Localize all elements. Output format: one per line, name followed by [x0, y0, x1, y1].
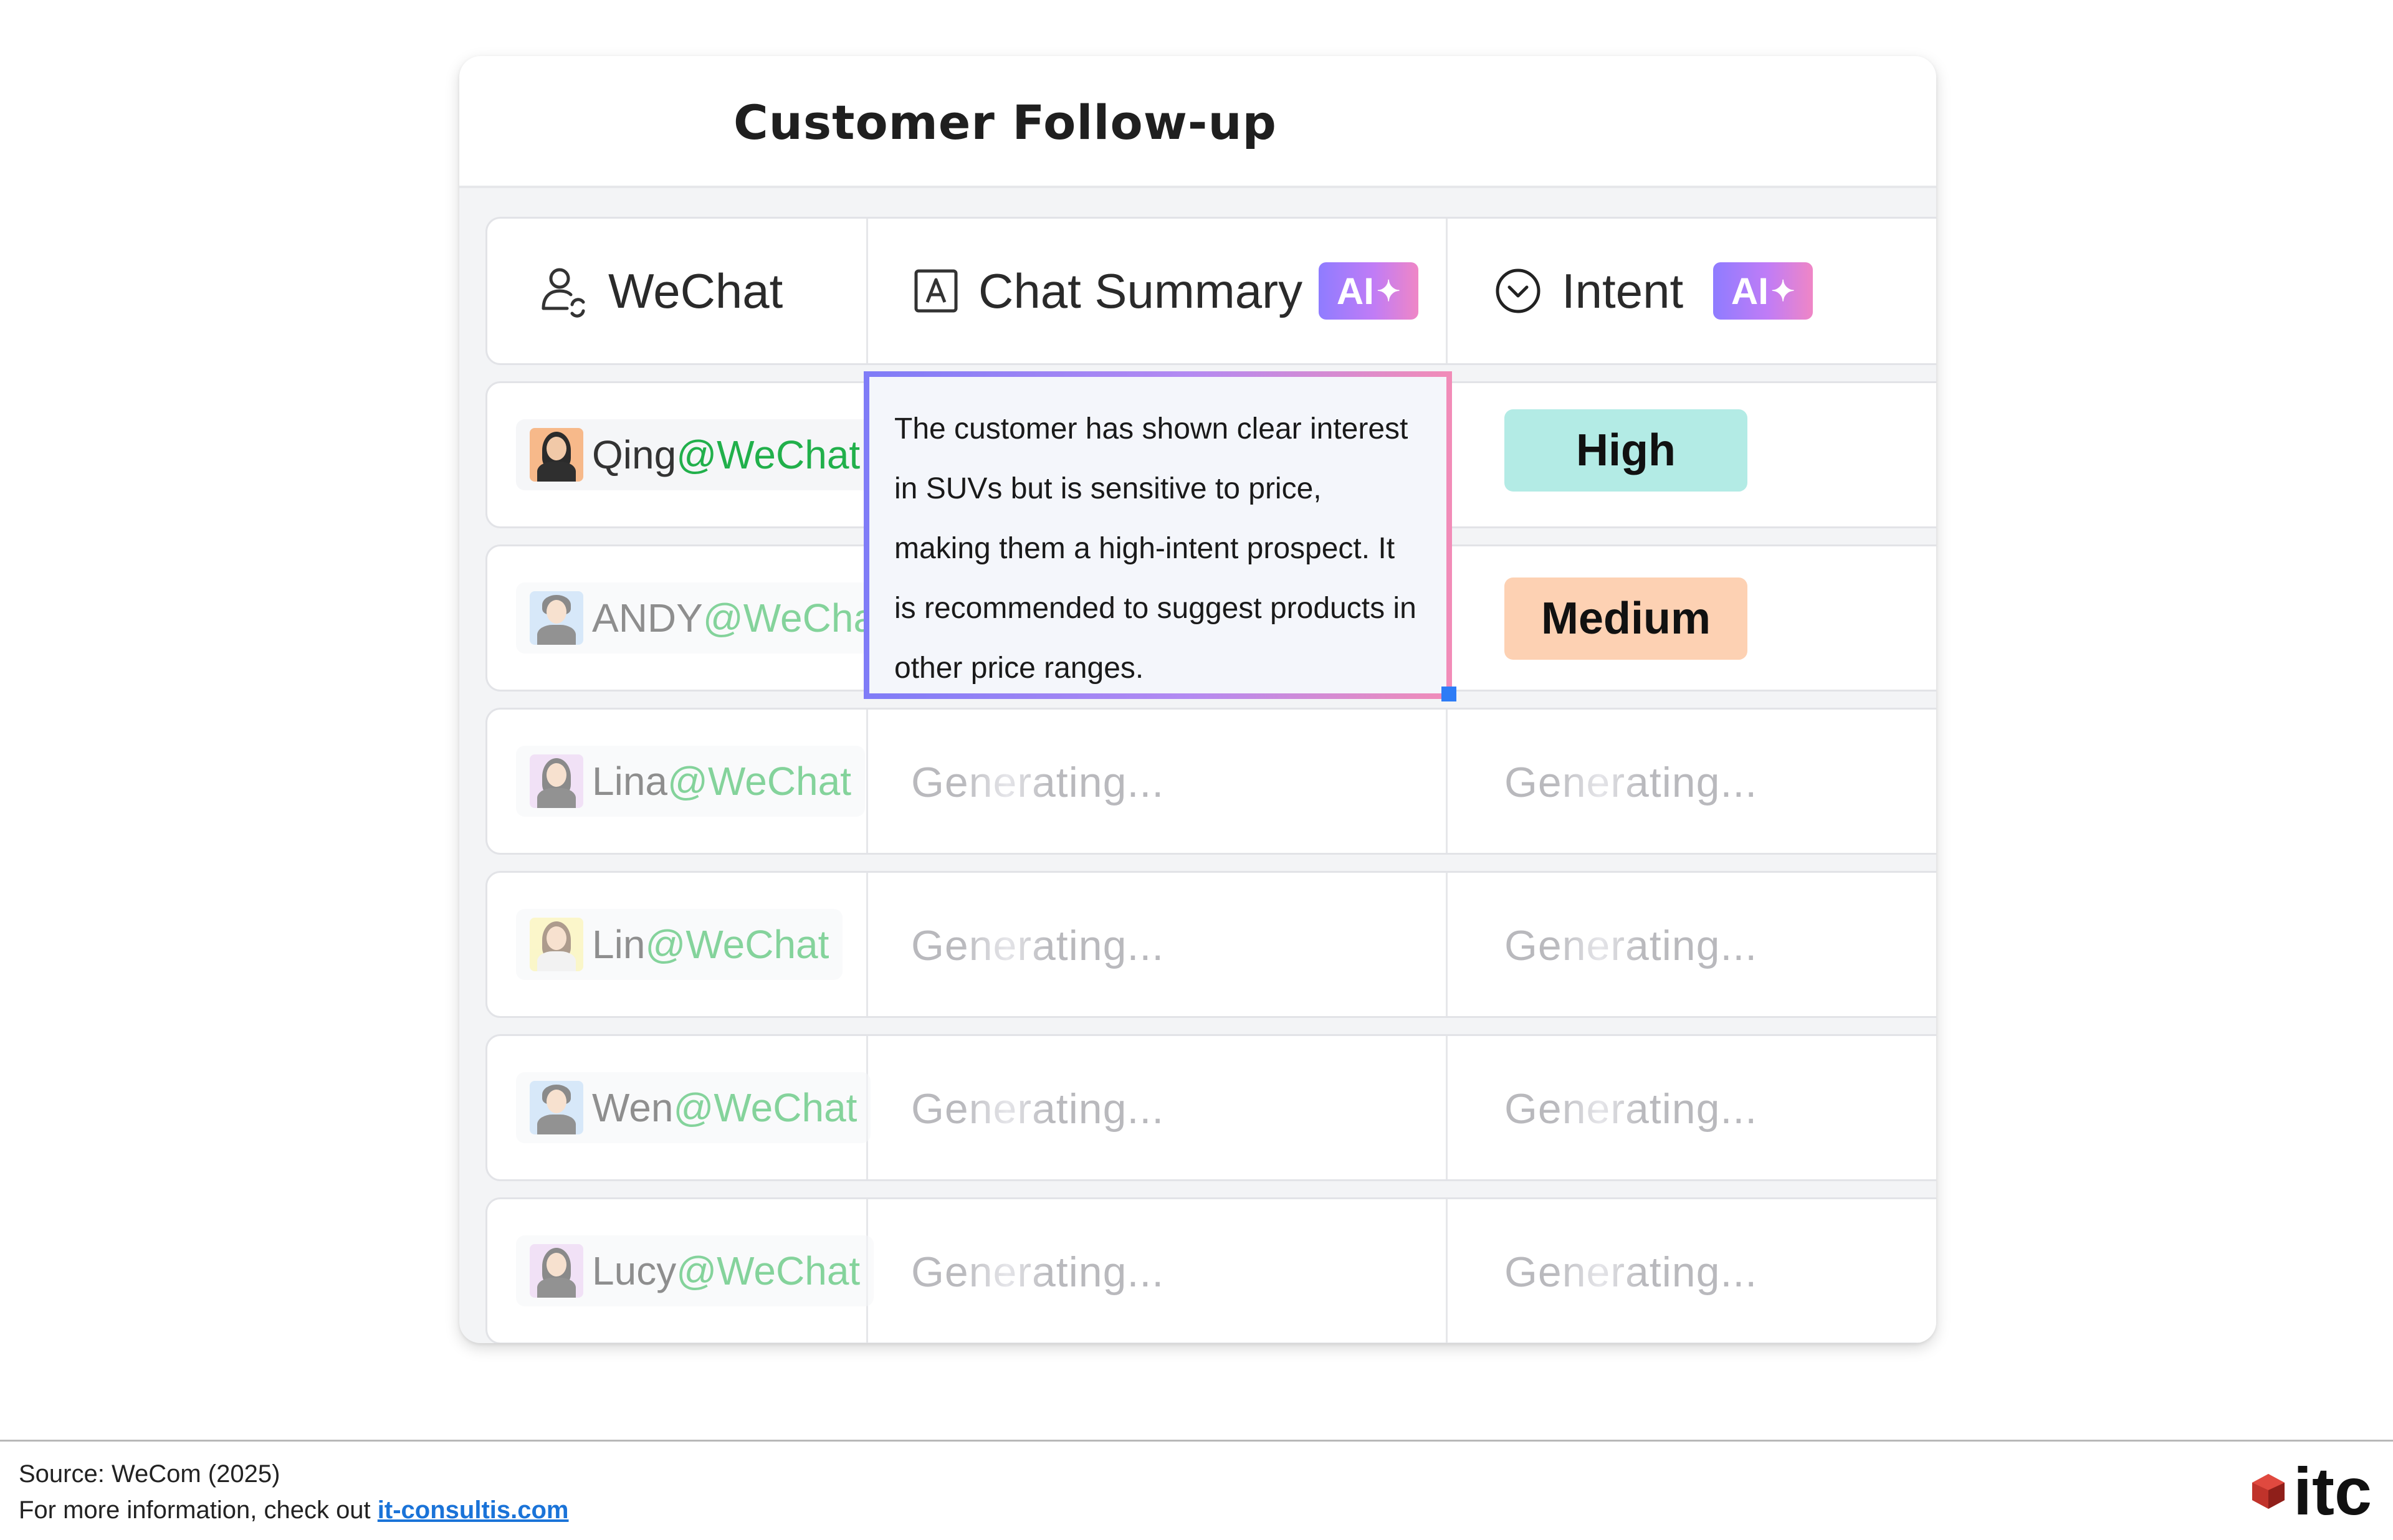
user-name: Wen: [592, 1085, 674, 1130]
user-chip[interactable]: Lucy@WeChat: [516, 1235, 874, 1306]
ai-badge: AI ✦: [1319, 262, 1419, 320]
card-header: Customer Follow-up: [459, 56, 1936, 188]
column-header-summary[interactable]: Chat Summary AI ✦: [912, 219, 1419, 363]
intent-generating-text: Generating...: [1504, 759, 1758, 806]
user-name: Lin: [592, 922, 646, 967]
user-name: Lina: [592, 759, 667, 804]
chat-summary-popup[interactable]: The customer has shown clear interest in…: [864, 371, 1452, 699]
summary-generating-text: Generating...: [911, 1085, 1165, 1133]
user-handle: @WeChat: [676, 1248, 861, 1293]
column-header-wechat-label: WeChat: [608, 263, 783, 318]
table-row[interactable]: Wen@WeChat Generating... Generating...: [485, 1034, 1936, 1181]
column-header-wechat[interactable]: WeChat: [535, 219, 783, 363]
table-row[interactable]: Lin@WeChat Generating... Generating...: [485, 871, 1936, 1018]
column-header-intent-label: Intent: [1562, 263, 1684, 318]
summary-generating-text: Generating...: [911, 1248, 1165, 1296]
text-box-icon: [912, 267, 960, 315]
avatar: [530, 591, 583, 645]
avatar: [530, 754, 583, 808]
footer-more-prefix: For more information, check out: [19, 1496, 378, 1524]
user-handle: @WeChat: [645, 922, 829, 967]
itc-logo: itc: [2248, 1458, 2372, 1525]
sparkle-icon: ✦: [1770, 275, 1795, 307]
summary-generating-text: Generating...: [911, 759, 1165, 806]
summary-generating-text: Generating...: [911, 922, 1165, 969]
intent-badge: Medium: [1504, 578, 1747, 660]
avatar: [530, 1244, 583, 1298]
avatar: [530, 428, 583, 482]
footer-link[interactable]: it-consultis.com: [378, 1496, 569, 1524]
table-row[interactable]: Lina@WeChat Generating... Generating...: [485, 708, 1936, 855]
user-handle: @WeCha: [702, 596, 876, 640]
user-chip[interactable]: Lina@WeChat: [516, 746, 865, 817]
table-row[interactable]: Lucy@WeChat Generating... Generating...: [485, 1197, 1936, 1343]
avatar: [530, 918, 583, 971]
footer-more-info: For more information, check out it-consu…: [19, 1496, 568, 1524]
customer-followup-card: Customer Follow-up WeChat Chat Summary A…: [459, 56, 1936, 1343]
user-handle: @WeChat: [673, 1085, 857, 1130]
user-sync-icon: [535, 261, 595, 321]
resize-handle[interactable]: [1441, 687, 1456, 701]
chat-summary-text: The customer has shown clear interest in…: [869, 377, 1446, 693]
user-chip[interactable]: Qing@WeChat: [516, 419, 874, 490]
ai-badge-text: AI: [1336, 270, 1374, 312]
user-chip[interactable]: ANDY@WeCha: [516, 582, 890, 654]
sparkle-icon: ✦: [1376, 275, 1401, 307]
card-title: Customer Follow-up: [733, 95, 1277, 150]
user-handle: @WeChat: [676, 432, 861, 477]
avatar: [530, 1081, 583, 1134]
column-header-summary-label: Chat Summary: [978, 263, 1303, 318]
user-chip[interactable]: Wen@WeChat: [516, 1072, 871, 1143]
table-header-row: WeChat Chat Summary AI ✦ Intent AI ✦: [485, 217, 1936, 365]
ai-badge-text: AI: [1731, 270, 1769, 312]
intent-badge: High: [1504, 409, 1747, 492]
column-header-intent[interactable]: Intent AI ✦: [1493, 219, 1813, 363]
intent-generating-text: Generating...: [1504, 922, 1758, 969]
user-name: ANDY: [592, 596, 703, 640]
ai-badge: AI ✦: [1713, 262, 1813, 320]
user-name: Lucy: [592, 1248, 677, 1293]
user-name: Qing: [592, 432, 677, 477]
intent-generating-text: Generating...: [1504, 1248, 1758, 1296]
chevron-circle-icon: [1493, 266, 1543, 316]
gem-icon: [2252, 1474, 2285, 1509]
user-chip[interactable]: Lin@WeChat: [516, 909, 843, 980]
footer-source: Source: WeCom (2025): [19, 1460, 280, 1488]
logo-text: itc: [2293, 1453, 2372, 1529]
footer-divider: [0, 1440, 2393, 1442]
intent-generating-text: Generating...: [1504, 1085, 1758, 1133]
user-handle: @WeChat: [667, 759, 851, 804]
